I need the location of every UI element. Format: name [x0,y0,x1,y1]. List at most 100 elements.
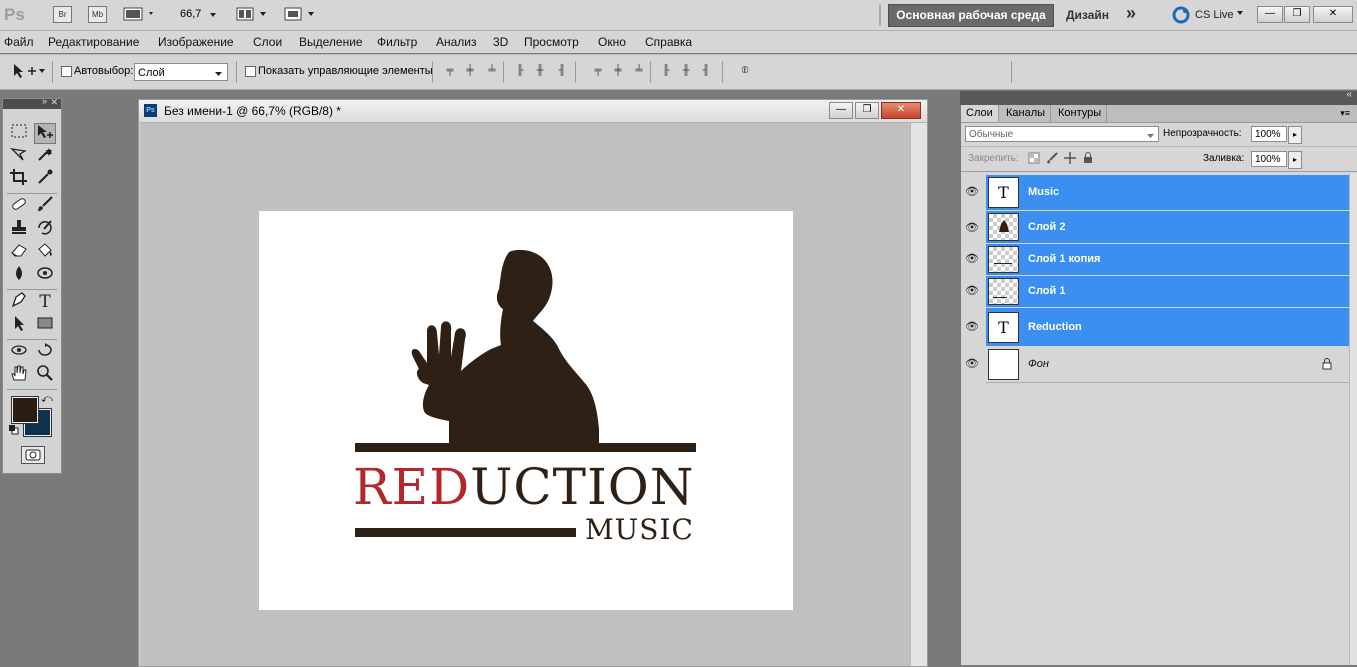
document-canvas[interactable]: REDUCTION MUSIC [259,211,793,610]
fill-input[interactable]: 100% [1251,151,1287,167]
swap-colors-icon[interactable]: ⤺ [41,393,53,406]
tab-paths[interactable]: Контуры [1053,105,1108,122]
arrange-documents-button[interactable] [236,6,272,22]
foreground-color-swatch[interactable] [11,396,39,424]
path-selection-tool-icon[interactable] [8,315,30,336]
quick-mask-button[interactable] [21,446,45,464]
cs-live-button[interactable]: CS Live [1195,9,1234,21]
marquee-tool-icon[interactable] [8,123,30,144]
clone-stamp-tool-icon[interactable] [8,219,30,240]
tab-layers[interactable]: Слои [961,105,999,122]
align-bottom-icon[interactable]: ╧ [486,65,498,77]
workspace-design-button[interactable]: Дизайн [1066,8,1109,22]
align-left-icon[interactable]: ╟ [514,65,526,77]
eraser-tool-icon[interactable] [8,242,30,263]
show-transform-controls-checkbox[interactable] [245,66,256,77]
auto-align-layers-icon[interactable]: ⦶ [737,65,753,77]
type-tool-icon[interactable]: T [34,292,56,313]
menu-help[interactable]: Справка [645,35,692,49]
panel-dock-header[interactable]: « [960,89,1357,105]
tools-panel-header[interactable]: » ✕ [3,96,61,109]
collapse-panels-icon[interactable]: « [1346,89,1352,100]
tab-channels[interactable]: Каналы [1001,105,1052,122]
opacity-input[interactable]: 100% [1251,126,1287,142]
magic-wand-tool-icon[interactable] [34,146,56,167]
dodge-tool-icon[interactable] [34,265,56,286]
menu-file[interactable]: Файл [4,35,34,49]
minimize-app-button[interactable]: — [1257,6,1283,23]
rectangle-tool-icon[interactable] [34,315,56,336]
move-tool-preset-icon[interactable] [12,62,48,83]
distribute-hcenter-icon[interactable]: ╫ [680,65,692,77]
zoom-level[interactable]: 66,7 [180,8,201,20]
distribute-left-icon[interactable]: ╟ [660,65,672,77]
document-title-bar[interactable]: Ps Без имени-1 @ 66,7% (RGB/8) * — ❐ ✕ [139,100,927,123]
layer-row-sloy-2[interactable]: Слой 2 [986,211,1350,243]
blend-mode-dropdown[interactable]: Обычные [965,126,1159,142]
pen-tool-icon[interactable] [8,292,30,313]
history-brush-tool-icon[interactable] [34,219,56,240]
close-icon[interactable]: ✕ [50,97,58,108]
layer-row-music[interactable]: T Music [986,175,1350,210]
collapse-icon[interactable]: » [42,96,47,106]
panel-menu-icon[interactable]: ▾≡ [1340,108,1350,119]
restore-app-button[interactable]: ❐ [1284,6,1310,23]
3d-rotate-tool-icon[interactable] [8,342,30,363]
canvas-area[interactable]: REDUCTION MUSIC [140,123,910,666]
close-app-button[interactable]: ✕ [1313,6,1353,23]
paint-bucket-tool-icon[interactable] [34,242,56,263]
lock-position-icon[interactable] [1064,152,1076,167]
zoom-tool-icon[interactable] [34,365,56,386]
opacity-slider-toggle-icon[interactable]: ▸ [1288,126,1302,144]
visibility-eye-icon[interactable]: 👁 [963,308,981,346]
align-top-icon[interactable]: ╤ [444,65,456,77]
visibility-eye-icon[interactable]: 👁 [963,175,981,210]
menu-3d[interactable]: 3D [493,35,508,49]
menu-layers[interactable]: Слои [253,35,282,49]
minimize-document-button[interactable]: — [829,102,853,119]
menu-image[interactable]: Изображение [158,35,234,49]
mini-bridge-button[interactable]: Mb [88,6,107,23]
cs-live-dropdown-icon[interactable] [1236,9,1246,22]
view-extras-button[interactable] [123,6,159,22]
align-right-icon[interactable]: ╢ [556,65,568,77]
layer-row-sloy-1-kopiya[interactable]: Слой 1 копия [986,244,1350,275]
close-document-button[interactable]: ✕ [881,102,921,119]
visibility-eye-icon[interactable]: 👁 [963,276,981,307]
lock-image-icon[interactable] [1046,152,1058,167]
visibility-eye-icon[interactable]: 👁 [963,347,981,382]
bridge-button[interactable]: Br [53,6,72,23]
default-colors-icon[interactable] [9,425,19,438]
menu-edit[interactable]: Редактирование [48,35,139,49]
distribute-top-icon[interactable]: ╤ [592,65,604,77]
menu-analysis[interactable]: Анализ [436,35,477,49]
move-tool-icon[interactable] [34,123,56,144]
zoom-dropdown-icon[interactable] [209,6,219,25]
autoselect-dropdown[interactable]: Слой [134,63,228,81]
workspace-essentials-button[interactable]: Основная рабочая среда [888,4,1054,27]
distribute-vcenter-icon[interactable]: ╪ [612,65,624,77]
healing-brush-tool-icon[interactable] [8,196,30,217]
more-workspaces-button[interactable]: » [1126,3,1136,24]
lasso-tool-icon[interactable] [8,146,30,167]
lock-transparent-icon[interactable] [1028,152,1040,167]
align-hcenter-icon[interactable]: ╫ [534,65,546,77]
menu-window[interactable]: Окно [598,35,626,49]
align-vcenter-icon[interactable]: ╪ [464,65,476,77]
crop-tool-icon[interactable] [8,169,30,190]
brush-tool-icon[interactable] [34,196,56,217]
menu-filter[interactable]: Фильтр [377,35,417,49]
autoselect-checkbox[interactable] [61,66,72,77]
fill-slider-toggle-icon[interactable]: ▸ [1288,151,1302,169]
maximize-document-button[interactable]: ❐ [855,102,879,119]
lock-all-icon[interactable] [1082,152,1094,167]
layer-row-reduction[interactable]: T Reduction [986,308,1350,346]
vertical-scrollbar[interactable] [910,123,927,666]
layer-row-fon[interactable]: Фон [986,347,1350,383]
distribute-right-icon[interactable]: ╢ [700,65,712,77]
menu-view[interactable]: Просмотр [524,35,579,49]
eyedropper-tool-icon[interactable] [34,169,56,190]
3d-orbit-tool-icon[interactable] [34,342,56,363]
blur-tool-icon[interactable] [8,265,30,286]
hand-tool-icon[interactable] [8,365,30,386]
